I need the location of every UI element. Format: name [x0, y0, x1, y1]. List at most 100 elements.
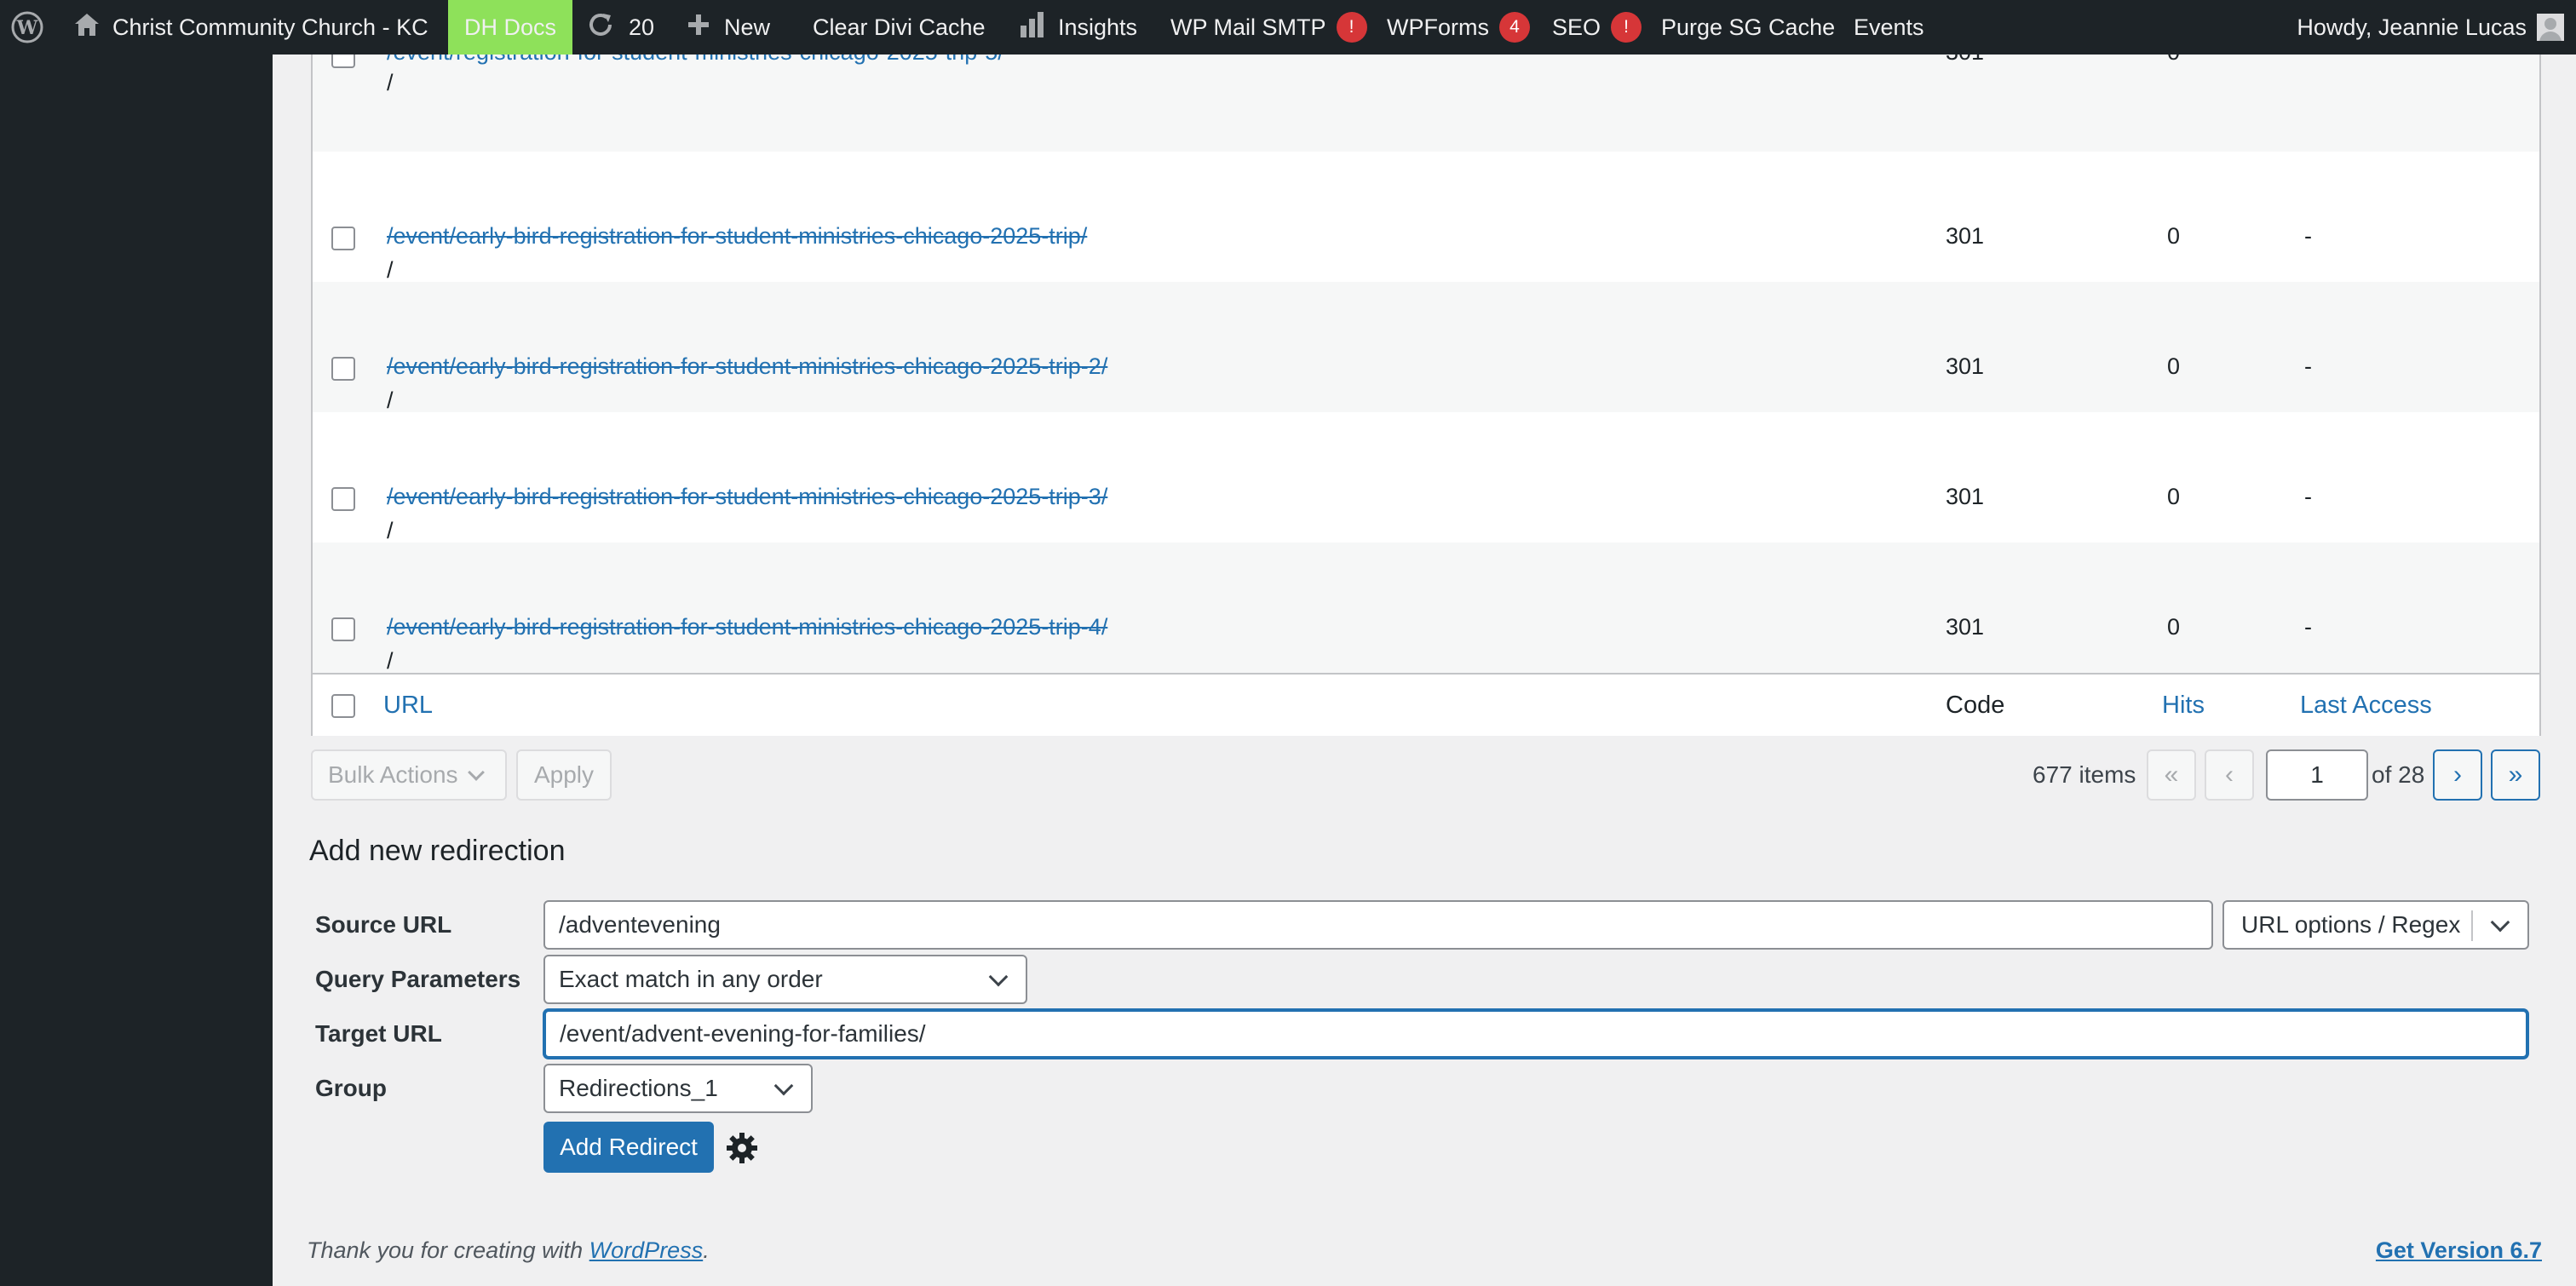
wpforms-count-badge: 4	[1498, 12, 1530, 43]
clear-divi-cache-label: Clear Divi Cache	[813, 14, 986, 40]
group-label: Group	[315, 1075, 387, 1101]
wp-mail-smtp-menu[interactable]: WP Mail SMTP !	[1170, 0, 1367, 55]
current-page-input[interactable]: 1	[2266, 749, 2368, 801]
query-parameters-select[interactable]: Exact match in any order	[543, 955, 1027, 1004]
target-url: /	[387, 388, 394, 413]
gear-icon[interactable]	[726, 1132, 758, 1168]
target-url: /	[387, 648, 394, 674]
row-checkbox[interactable]	[331, 227, 355, 250]
last-access: -	[2304, 223, 2312, 249]
target-url-input[interactable]: /event/advent-evening-for-families/	[543, 1009, 2528, 1059]
hit-count: 0	[2167, 223, 2181, 249]
chevron-down-icon	[2490, 912, 2510, 933]
add-redirect-button[interactable]: Add Redirect	[543, 1122, 714, 1173]
seo-menu[interactable]: SEO !	[1552, 0, 1642, 55]
table-row: /event/early-bird-registration-for-stude…	[313, 152, 2539, 283]
next-page-button[interactable]: ›	[2433, 749, 2482, 801]
table-row: /event/early-bird-registration-for-stude…	[313, 412, 2539, 543]
table-row: /event/early-bird-registration-for-stude…	[313, 282, 2539, 413]
target-url: /	[387, 257, 394, 283]
last-access-column-header[interactable]: Last Access	[2300, 675, 2432, 736]
query-parameters-label: Query Parameters	[315, 966, 521, 992]
wordpress-link[interactable]: WordPress	[589, 1237, 704, 1263]
hits-column-header[interactable]: Hits	[2162, 675, 2205, 736]
select-all-checkbox[interactable]	[331, 694, 355, 718]
updates-menu[interactable]: 20	[586, 0, 654, 55]
home-icon	[73, 12, 101, 43]
chevron-down-icon	[467, 764, 485, 781]
query-parameters-value: Exact match in any order	[559, 966, 823, 992]
url-column-header[interactable]: URL	[383, 675, 433, 736]
site-name: Christ Community Church - KC	[112, 14, 428, 40]
hit-count: 0	[2167, 614, 2181, 640]
my-account-menu[interactable]: Howdy, Jeannie Lucas	[2297, 0, 2564, 55]
new-label: New	[724, 14, 771, 40]
refresh-icon	[586, 10, 615, 45]
footer-thanks-prefix: Thank you for creating with	[307, 1237, 589, 1263]
events-menu[interactable]: Events	[1854, 0, 1924, 55]
purge-sg-cache-label: Purge SG Cache	[1661, 14, 1836, 40]
url-options-select[interactable]: URL options / Regex	[2222, 900, 2529, 950]
select-divider	[2471, 910, 2473, 941]
target-url: /	[387, 70, 394, 95]
source-url-link[interactable]: /event/early-bird-registration-for-stude…	[387, 614, 1107, 640]
group-value: Redirections_1	[559, 1075, 718, 1101]
hit-count: 0	[2167, 484, 2181, 509]
row-checkbox[interactable]	[331, 487, 355, 511]
admin-menu-sidebar	[0, 55, 273, 1286]
last-access: -	[2304, 484, 2312, 509]
source-url-link[interactable]: /event/early-bird-registration-for-stude…	[387, 484, 1107, 510]
items-count: 677 items	[2033, 761, 2136, 788]
table-row: /event/registration-for-student-ministri…	[313, 39, 2539, 152]
last-access: -	[2304, 614, 2312, 640]
howdy-text: Howdy, Jeannie Lucas	[2297, 14, 2527, 40]
bulk-actions-label: Bulk Actions	[328, 761, 458, 788]
svg-text:W: W	[16, 17, 38, 39]
events-label: Events	[1854, 14, 1924, 40]
target-url: /	[387, 518, 394, 543]
redirect-code: 301	[1946, 223, 1985, 249]
table-footer-header: URL Code Hits Last Access	[313, 673, 2539, 736]
clear-divi-cache-button[interactable]: Clear Divi Cache	[813, 0, 986, 55]
admin-bar: W Christ Community Church - KC DH Docs 2…	[0, 0, 2576, 55]
source-url-input[interactable]: /adventevening	[543, 900, 2213, 950]
plus-icon	[687, 13, 710, 43]
avatar	[2537, 14, 2564, 41]
last-page-button[interactable]: »	[2491, 749, 2540, 801]
wp-mail-smtp-alert-badge: !	[1336, 12, 1367, 43]
new-content-menu[interactable]: New	[687, 0, 770, 55]
row-checkbox[interactable]	[331, 357, 355, 381]
purge-sg-cache-button[interactable]: Purge SG Cache	[1661, 0, 1835, 55]
target-url-label: Target URL	[315, 1020, 442, 1047]
wordpress-logo-icon[interactable]: W	[10, 0, 44, 55]
redirects-table: /event/registration-for-student-ministri…	[311, 39, 2541, 736]
redirect-code: 301	[1946, 614, 1985, 640]
wp-mail-smtp-label: WP Mail SMTP	[1170, 14, 1326, 40]
chevron-down-icon	[988, 967, 1009, 987]
url-options-label: URL options / Regex	[2241, 911, 2461, 938]
seo-label: SEO	[1552, 14, 1601, 40]
table-row: /event/early-bird-registration-for-stude…	[313, 543, 2539, 674]
row-checkbox[interactable]	[331, 617, 355, 641]
footer-thanks-suffix: .	[703, 1237, 710, 1263]
bulk-actions-select[interactable]: Bulk Actions	[311, 749, 507, 801]
wpforms-label: WPForms	[1387, 14, 1489, 40]
dh-docs-menu[interactable]: DH Docs	[448, 0, 572, 55]
footer-thanks: Thank you for creating with WordPress.	[307, 1237, 710, 1264]
dh-docs-label: DH Docs	[463, 14, 556, 40]
group-select[interactable]: Redirections_1	[543, 1064, 813, 1113]
site-name-menu[interactable]: Christ Community Church - KC	[73, 0, 428, 55]
wpforms-menu[interactable]: WPForms 4	[1387, 0, 1530, 55]
hit-count: 0	[2167, 353, 2181, 379]
insights-menu[interactable]: Insights	[1019, 0, 1137, 55]
updates-count: 20	[629, 14, 655, 40]
chevron-down-icon	[773, 1076, 794, 1096]
apply-button[interactable]: Apply	[516, 749, 612, 801]
source-url-link[interactable]: /event/early-bird-registration-for-stude…	[387, 353, 1107, 380]
previous-page-button[interactable]: ‹	[2205, 749, 2254, 801]
source-url-label: Source URL	[315, 911, 452, 938]
source-url-link[interactable]: /event/early-bird-registration-for-stude…	[387, 223, 1087, 250]
first-page-button[interactable]: «	[2147, 749, 2196, 801]
get-version-link[interactable]: Get Version 6.7	[2376, 1237, 2542, 1264]
seo-alert-badge: !	[1611, 12, 1642, 43]
